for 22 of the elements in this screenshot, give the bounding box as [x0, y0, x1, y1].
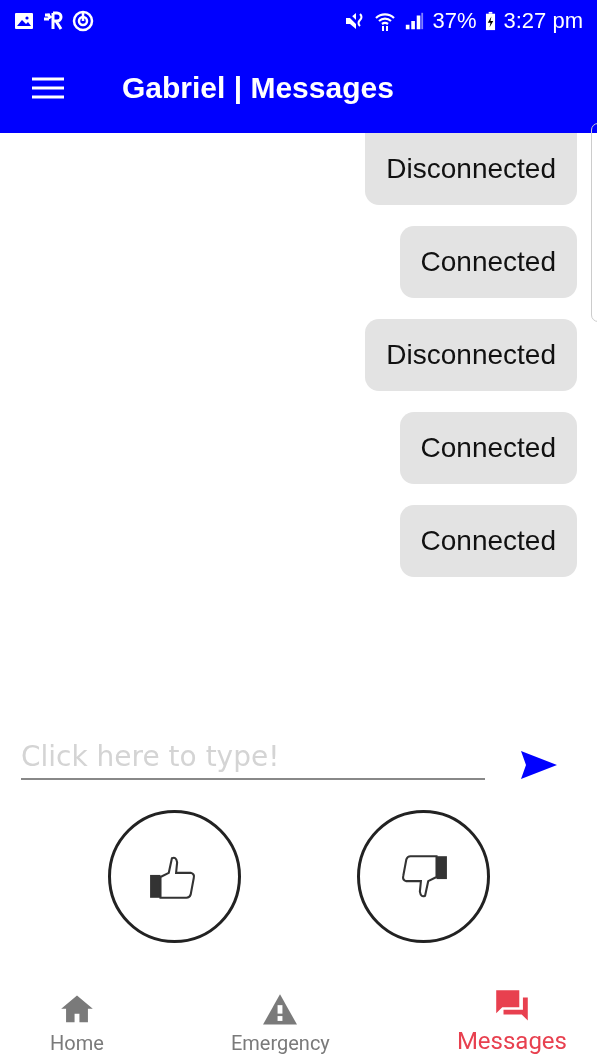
- send-button[interactable]: [521, 751, 557, 779]
- message-bubble: Connected: [399, 412, 577, 484]
- message-bubble: Connected: [399, 505, 577, 577]
- message-bubble: Disconnected: [365, 133, 577, 205]
- battery-icon: [484, 11, 496, 31]
- nav-tab[interactable]: Emergency: [230, 993, 330, 1055]
- clock-time: 3:27 pm: [503, 8, 583, 34]
- message-bubble: Connected: [399, 226, 577, 298]
- send-icon: [521, 751, 557, 779]
- wifi-icon: [374, 10, 397, 32]
- app-title: Gabriel | Messages: [122, 70, 394, 105]
- battery-percentage: 37%: [432, 8, 477, 34]
- signal-icon: [404, 10, 425, 32]
- chat-bubbles-icon: [494, 989, 529, 1023]
- menu-icon: [32, 76, 64, 99]
- image-icon: [14, 11, 34, 31]
- warning-icon: [263, 993, 298, 1027]
- message-bubble: Disconnected: [365, 319, 577, 391]
- nav-tab[interactable]: Home: [50, 993, 104, 1055]
- nav-tab[interactable]: Messages: [456, 989, 567, 1055]
- menu-button[interactable]: [32, 76, 64, 99]
- target-icon: [72, 10, 94, 32]
